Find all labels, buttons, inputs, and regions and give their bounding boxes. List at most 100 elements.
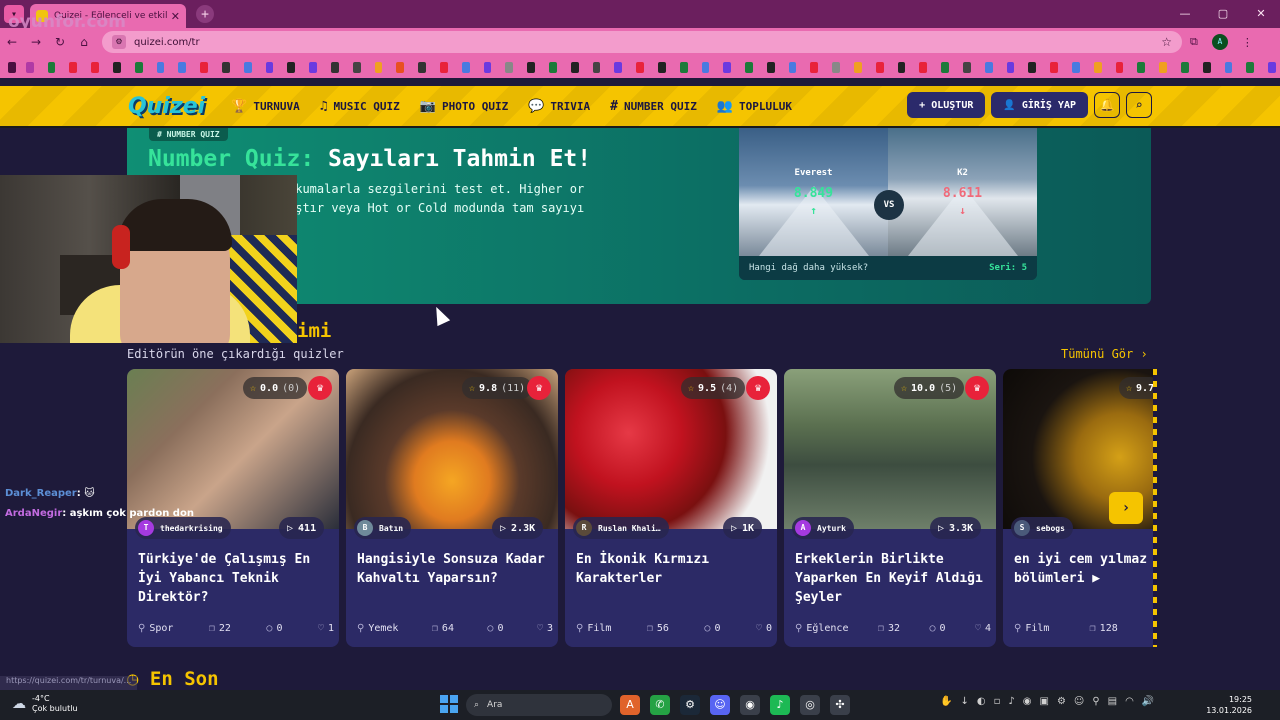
tray-icon[interactable]: ◐ (977, 696, 986, 707)
bookmark-favicon-icon[interactable] (178, 61, 187, 73)
bookmark-favicon-icon[interactable] (287, 61, 296, 73)
higher-lower-preview[interactable]: Everest 8.849 ↑ K2 8.611 ↓ VS Hangi dağ … (739, 128, 1037, 280)
bookmark-favicon-icon[interactable] (47, 61, 56, 73)
bookmark-favicon-icon[interactable] (592, 61, 601, 73)
bookmark-favicon-icon[interactable] (984, 61, 993, 73)
author-badge[interactable]: B Batın (354, 517, 412, 539)
nav-topluluk[interactable]: 👥 TOPLULUK (717, 99, 792, 114)
tray-icon[interactable]: ▣ (1039, 696, 1048, 707)
bookmark-favicon-icon[interactable] (91, 61, 99, 73)
nav-music-quiz[interactable]: ♫ MUSIC QUIZ (320, 99, 400, 114)
bookmark-favicon-icon[interactable] (548, 61, 557, 73)
site-info-icon[interactable]: ⚙ (112, 35, 126, 49)
bookmark-favicon-icon[interactable] (527, 61, 535, 73)
bookmark-favicon-icon[interactable] (221, 61, 230, 73)
bookmark-favicon-icon[interactable] (352, 61, 361, 73)
forward-icon[interactable]: → (24, 35, 48, 49)
site-logo[interactable]: Quizei (128, 94, 205, 119)
bookmark-favicon-icon[interactable] (374, 61, 383, 73)
bookmark-favicon-icon[interactable] (963, 61, 971, 73)
extensions-icon[interactable]: ⧉ (1190, 35, 1198, 49)
bookmark-favicon-icon[interactable] (1224, 61, 1233, 73)
bookmark-favicon-icon[interactable] (897, 61, 906, 73)
bookmark-favicon-icon[interactable] (243, 61, 252, 73)
url-input[interactable]: ⚙ quizei.com/tr ☆ (102, 31, 1182, 53)
bookmark-favicon-icon[interactable] (570, 61, 579, 73)
spotify-tray-icon[interactable]: ♪ (1008, 696, 1014, 707)
nav-turnuva[interactable]: 🏆 TURNUVA (231, 99, 300, 114)
carousel-next-button[interactable]: › (1109, 492, 1143, 524)
wifi-icon[interactable]: ◠ (1125, 696, 1134, 707)
search-button[interactable]: ⌕ (1126, 92, 1152, 118)
bookmark-favicon-icon[interactable] (439, 61, 448, 73)
bookmark-favicon-icon[interactable] (1181, 61, 1189, 73)
spotify-icon[interactable]: ♪ (770, 695, 790, 715)
bookmark-favicon-icon[interactable] (810, 61, 819, 73)
author-badge[interactable]: A Ayturk (792, 517, 854, 539)
apps-grid-icon[interactable] (8, 61, 16, 73)
profile-avatar[interactable]: A (1211, 34, 1228, 50)
obs-icon[interactable]: ◎ (800, 695, 820, 715)
bookmark-favicon-icon[interactable] (265, 61, 274, 73)
bookmark-favicon-icon[interactable] (745, 61, 753, 73)
steam-tray-icon[interactable]: ⚙ (1057, 696, 1066, 707)
bookmark-favicon-icon[interactable] (723, 61, 732, 73)
bookmark-favicon-icon[interactable] (657, 61, 666, 73)
bookmark-favicon-icon[interactable] (134, 61, 143, 73)
whatsapp-icon[interactable]: ✆ (650, 695, 670, 715)
author-badge[interactable]: Tthedarkrising (135, 517, 231, 539)
quiz-card[interactable]: ☆ 10.0 (5) ♛ A Ayturk ▷ 3.3K Erkeklerin Birl… (784, 369, 996, 647)
app-icon[interactable]: ✣ (830, 695, 850, 715)
bookmark-favicon-icon[interactable] (636, 61, 644, 73)
bookmark-favicon-icon[interactable] (1137, 61, 1146, 73)
bookmark-favicon-icon[interactable] (112, 61, 121, 73)
bookmark-favicon-icon[interactable] (1159, 61, 1168, 73)
bookmark-favicon-icon[interactable] (1050, 61, 1059, 73)
weather-widget[interactable]: ☁ -4°C Çok bulutlu (12, 694, 78, 714)
browser-menu-icon[interactable]: ⋮ (1242, 36, 1253, 49)
home-icon[interactable]: ⌂ (72, 35, 96, 49)
bookmark-favicon-icon[interactable] (483, 61, 492, 73)
quiz-card[interactable]: ☆ 9.5 (4) ♛ R Ruslan Khali… ▷ 1K En İkonik K… (565, 369, 777, 647)
see-all-link[interactable]: Tümünü Gör › (1061, 347, 1148, 361)
bookmark-favicon-icon[interactable] (875, 61, 884, 73)
tray-icon[interactable]: ↓ (960, 696, 968, 707)
bookmark-favicon-icon[interactable] (1246, 61, 1255, 73)
close-window-button[interactable]: ✕ (1242, 0, 1280, 28)
bookmark-favicon-icon[interactable] (69, 61, 78, 73)
tray-icon[interactable]: ◉ (1023, 696, 1032, 707)
bookmark-favicon-icon[interactable] (919, 61, 928, 73)
bookmark-favicon-icon[interactable] (1268, 61, 1277, 73)
bookmark-favicon-icon[interactable] (200, 61, 208, 73)
login-button[interactable]: 👤 GİRİŞ YAP (991, 92, 1088, 118)
create-button[interactable]: + OLUŞTUR (907, 92, 986, 118)
bookmark-favicon-icon[interactable] (788, 61, 797, 73)
bookmark-favicon-icon[interactable] (505, 61, 514, 73)
author-badge[interactable]: Ssebogs (1011, 517, 1073, 539)
taskbar-search[interactable]: ⌕ Ara (466, 694, 612, 716)
bookmark-favicon-icon[interactable] (1006, 61, 1015, 73)
bookmark-favicon-icon[interactable] (156, 61, 165, 73)
bookmark-favicon-icon[interactable] (1093, 61, 1102, 73)
nav-number-quiz[interactable]: # NUMBER QUIZ (610, 99, 697, 114)
reload-icon[interactable]: ↻ (48, 35, 72, 49)
volume-icon[interactable]: 🔊 (1142, 696, 1154, 707)
bookmark-favicon-icon[interactable] (461, 61, 470, 73)
taskbar-clock[interactable]: 19:25 13.01.2026 (1206, 694, 1252, 716)
bookmark-favicon-icon[interactable] (1202, 61, 1211, 73)
bookmark-favicon-icon[interactable] (309, 61, 317, 73)
discord-icon[interactable]: ☺ (710, 695, 730, 715)
author-badge[interactable]: R Ruslan Khali… (573, 517, 669, 539)
tray-icon[interactable]: ▫ (994, 696, 1001, 707)
back-icon[interactable]: ← (0, 35, 24, 49)
bookmark-favicon-icon[interactable] (941, 61, 950, 73)
bookmark-star-icon[interactable]: ☆ (1161, 35, 1172, 49)
app-icon[interactable]: A (620, 695, 640, 715)
tray-icon[interactable]: ☺ (1074, 696, 1084, 707)
notifications-button[interactable]: 🔔 (1094, 92, 1120, 118)
bookmark-favicon-icon[interactable] (701, 61, 710, 73)
bookmark-favicon-icon[interactable] (1028, 61, 1037, 73)
bookmark-favicon-icon[interactable] (396, 61, 405, 73)
chrome-icon[interactable]: ◉ (740, 695, 760, 715)
tray-icon[interactable]: ✋ (940, 696, 952, 707)
